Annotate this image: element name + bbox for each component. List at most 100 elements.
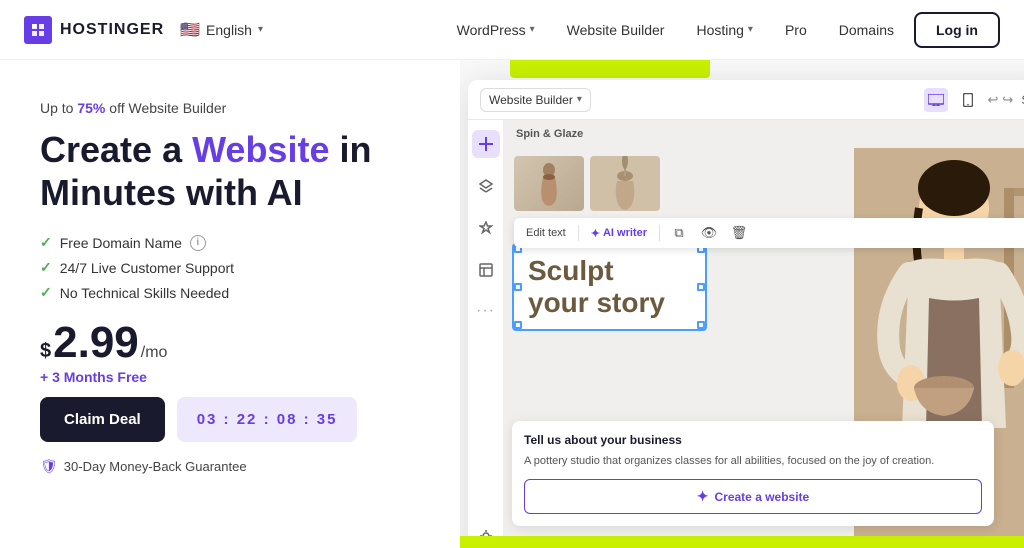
- divider-2: [659, 225, 660, 241]
- check-icon-3: ✓: [40, 284, 52, 301]
- guarantee-text: 30-Day Money-Back Guarantee: [64, 459, 247, 474]
- logo-text: HOSTINGER: [60, 21, 164, 39]
- flag-icon: 🇺🇸: [180, 20, 200, 40]
- feature-skills-text: No Technical Skills Needed: [60, 285, 229, 301]
- divider-1: [578, 225, 579, 241]
- undo-btn[interactable]: ↩: [988, 92, 999, 108]
- feature-domain-text: Free Domain Name: [60, 235, 182, 251]
- ai-sparkle-icon: ✦: [591, 227, 600, 240]
- features-list: ✓ Free Domain Name i ✓ 24/7 Live Custome…: [40, 234, 428, 301]
- title-line2: Minutes with AI: [40, 172, 303, 213]
- sculpt-text-block[interactable]: Sculpt your story: [512, 243, 707, 331]
- more-tools-dots: ···: [476, 302, 495, 320]
- promo-prefix: Up to: [40, 100, 77, 116]
- edit-text-btn[interactable]: Edit text: [522, 225, 570, 241]
- lang-label: English: [206, 22, 252, 38]
- pottery-thumb-1[interactable]: [514, 156, 584, 211]
- copy-btn[interactable]: ⧉: [668, 222, 690, 244]
- sculpt-text: Sculpt your story: [528, 255, 691, 319]
- promo-banner: Up to 75% off Website Builder: [40, 100, 428, 116]
- claim-deal-button[interactable]: Claim Deal: [40, 397, 165, 442]
- builder-preview: Website Builder ▾ ↩ ↪ Sav: [460, 60, 1024, 548]
- ai-form-text: A pottery studio that organizes classes …: [524, 453, 982, 470]
- ai-form-title: Tell us about your business: [524, 433, 982, 447]
- site-name-bar: Spin & Glaze: [504, 120, 1024, 148]
- preview-btn[interactable]: 👁: [698, 222, 720, 244]
- delete-btn[interactable]: 🗑: [728, 222, 750, 244]
- feature-support: ✓ 24/7 Live Customer Support: [40, 259, 428, 276]
- nav-domains[interactable]: Domains: [827, 14, 906, 46]
- title-in: in: [329, 129, 371, 170]
- nav-wordpress[interactable]: WordPress ▾: [445, 14, 547, 46]
- price-section: $ 2.99 /mo + 3 Months Free: [40, 321, 428, 385]
- price-period: /mo: [141, 344, 168, 362]
- logo[interactable]: HOSTINGER: [24, 16, 164, 44]
- builder-tab[interactable]: Website Builder ▾: [480, 88, 591, 112]
- create-sparkle-icon: ✦: [697, 488, 709, 505]
- check-icon-1: ✓: [40, 234, 52, 251]
- price-value: 2.99: [53, 321, 139, 365]
- price-dollar: $: [40, 340, 51, 363]
- promo-discount: 75%: [77, 100, 105, 116]
- title-website: Website: [192, 129, 329, 170]
- builder-topbar: Website Builder ▾ ↩ ↪ Sav: [468, 80, 1024, 120]
- login-button[interactable]: Log in: [914, 12, 1000, 48]
- header: HOSTINGER 🇺🇸 English ▾ WordPress ▾ Websi…: [0, 0, 1024, 60]
- nav-pro[interactable]: Pro: [773, 14, 819, 46]
- ai-form-card: Tell us about your business A pottery st…: [512, 421, 994, 527]
- builder-body: ··· Spin & Glaze: [468, 120, 1024, 548]
- lang-selector[interactable]: 🇺🇸 English ▾: [180, 20, 263, 40]
- wordpress-chevron-icon: ▾: [530, 24, 535, 35]
- builder-window: Website Builder ▾ ↩ ↪ Sav: [468, 80, 1024, 548]
- site-name: Spin & Glaze: [516, 128, 583, 140]
- main-content: Up to 75% off Website Builder Create a W…: [0, 60, 1024, 548]
- builder-sidebar: ···: [468, 120, 504, 548]
- canvas-content: Edit text ✦ AI writer ⧉ 👁 🗑: [504, 148, 1024, 548]
- tool-add[interactable]: [472, 130, 500, 158]
- feature-skills: ✓ No Technical Skills Needed: [40, 284, 428, 301]
- handle-mid-right[interactable]: [697, 283, 705, 291]
- create-website-button[interactable]: ✦ Create a website: [524, 479, 982, 514]
- hosting-chevron-icon: ▾: [748, 24, 753, 35]
- price-bonus: + 3 Months Free: [40, 369, 428, 385]
- header-left: HOSTINGER 🇺🇸 English ▾: [24, 16, 263, 44]
- builder-tab-label: Website Builder: [489, 93, 573, 107]
- tool-edit[interactable]: [472, 256, 500, 284]
- lime-accent-bar: [510, 60, 710, 78]
- ai-writer-btn[interactable]: ✦ AI writer: [587, 225, 651, 242]
- promo-suffix: off Website Builder: [105, 100, 226, 116]
- hero-section: Up to 75% off Website Builder Create a W…: [0, 60, 460, 548]
- builder-canvas: Spin & Glaze: [504, 120, 1024, 548]
- tool-ai[interactable]: [472, 214, 500, 242]
- guarantee-badge: 🛡 30-Day Money-Back Guarantee: [40, 458, 428, 475]
- desktop-device-btn[interactable]: [924, 88, 948, 112]
- create-website-label: Create a website: [715, 490, 810, 504]
- feature-support-text: 24/7 Live Customer Support: [60, 260, 234, 276]
- cta-row: Claim Deal 03 : 22 : 08 : 35: [40, 397, 428, 442]
- logo-icon: [24, 16, 52, 44]
- shield-icon: 🛡: [40, 458, 58, 475]
- bottom-lime-bar: [460, 536, 1024, 548]
- redo-btn[interactable]: ↪: [1002, 92, 1013, 108]
- check-icon-2: ✓: [40, 259, 52, 276]
- feature-domain: ✓ Free Domain Name i: [40, 234, 428, 251]
- nav-website-builder[interactable]: Website Builder: [555, 14, 677, 46]
- handle-bottom-left[interactable]: [514, 321, 522, 329]
- main-nav: WordPress ▾ Website Builder Hosting ▾ Pr…: [445, 12, 1000, 48]
- builder-tab-chevron: ▾: [577, 94, 582, 105]
- handle-mid-left[interactable]: [514, 283, 522, 291]
- undo-redo-controls: ↩ ↪: [988, 92, 1014, 108]
- pottery-thumb-2[interactable]: [590, 156, 660, 211]
- handle-bottom-right[interactable]: [697, 321, 705, 329]
- title-create: Create a: [40, 129, 192, 170]
- countdown-timer: 03 : 22 : 08 : 35: [177, 397, 358, 442]
- price-display: $ 2.99 /mo: [40, 321, 428, 365]
- text-editor-bar: Edit text ✦ AI writer ⧉ 👁 🗑: [514, 218, 1024, 248]
- tool-layers[interactable]: [472, 172, 500, 200]
- info-icon[interactable]: i: [190, 235, 206, 251]
- hero-title: Create a Website in Minutes with AI: [40, 128, 428, 214]
- lang-chevron-icon: ▾: [258, 24, 263, 35]
- builder-topbar-right: ↩ ↪ Sav: [924, 88, 1024, 112]
- mobile-device-btn[interactable]: [956, 88, 980, 112]
- nav-hosting[interactable]: Hosting ▾: [684, 14, 765, 46]
